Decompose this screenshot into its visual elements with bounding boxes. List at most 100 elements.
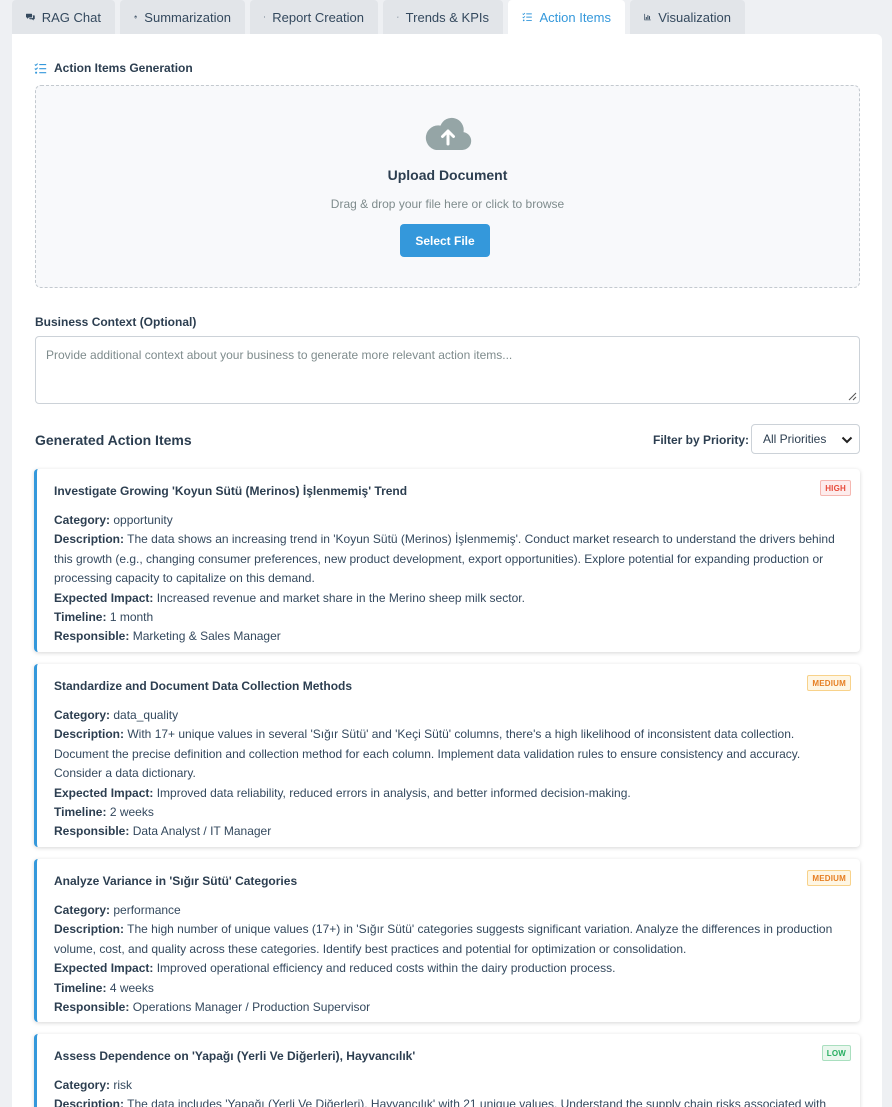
tasks-icon <box>522 12 532 22</box>
action-item-description: Description: The data includes 'Yapağı (… <box>54 1095 847 1107</box>
tab-label: RAG Chat <box>41 9 101 25</box>
description-label: Description: <box>54 922 125 937</box>
impact-value: Improved data reliability, reduced error… <box>156 785 631 800</box>
chevron-down-icon <box>841 436 853 444</box>
action-item-description: Description: The high number of unique v… <box>54 920 847 959</box>
timeline-value: 1 month <box>109 610 154 625</box>
priority-filter-value: All Priorities <box>763 432 827 446</box>
action-item-card[interactable]: HIGH Investigate Growing 'Koyun Sütü (Me… <box>34 469 860 652</box>
action-item-card[interactable]: MEDIUM Analyze Variance in 'Sığır Sütü' … <box>34 859 860 1022</box>
description-label: Description: <box>54 727 125 742</box>
action-item-responsible: Responsible: Marketing & Sales Manager <box>54 627 847 646</box>
description-value: The data shows an increasing trend in 'K… <box>54 532 835 586</box>
tab-visualization[interactable]: Visualization <box>630 0 745 34</box>
section-header: Action Items Generation <box>34 61 193 75</box>
priority-badge: MEDIUM <box>807 870 851 886</box>
tab-rag-chat[interactable]: RAG Chat <box>12 0 115 34</box>
section-title: Action Items Generation <box>54 61 193 75</box>
bar-chart-icon <box>644 13 651 21</box>
action-items-panel: Action Items Generation Upload Document … <box>12 34 882 1107</box>
category-value: performance <box>113 903 181 917</box>
tab-label: Visualization <box>658 9 731 25</box>
action-item-title: Standardize and Document Data Collection… <box>54 679 353 693</box>
impact-label: Expected Impact: <box>54 590 154 605</box>
action-item-timeline: Timeline: 2 weeks <box>54 803 847 822</box>
action-item-category: Category: data_quality <box>54 706 847 725</box>
category-value: risk <box>113 1078 133 1092</box>
upload-subtitle: Drag & drop your file here or click to b… <box>330 197 565 211</box>
business-context-textarea[interactable]: Provide additional context about your bu… <box>35 336 860 404</box>
priority-filter-select[interactable]: All Priorities <box>751 424 860 454</box>
category-label: Category: <box>54 1078 111 1092</box>
filter-priority-label: Filter by Priority: <box>653 433 750 447</box>
category-label: Category: <box>54 513 111 527</box>
timeline-value: 4 weeks <box>109 980 154 995</box>
responsible-value: Marketing & Sales Manager <box>132 629 281 644</box>
tab-label: Report Creation <box>272 9 364 25</box>
business-context-placeholder: Provide additional context about your bu… <box>46 348 513 362</box>
action-item-description: Description: With 17+ unique values in s… <box>54 725 847 783</box>
action-item-title: Analyze Variance in 'Sığır Sütü' Categor… <box>54 874 298 888</box>
description-value: With 17+ unique values in several 'Sığır… <box>54 727 801 781</box>
impact-label: Expected Impact: <box>54 961 154 976</box>
responsible-label: Responsible: <box>54 1000 130 1015</box>
action-item-responsible: Responsible: Data Analyst / IT Manager <box>54 822 847 841</box>
action-item-card[interactable]: MEDIUM Standardize and Document Data Col… <box>34 664 860 847</box>
action-item-responsible: Responsible: Operations Manager / Produc… <box>54 998 847 1017</box>
action-item-timeline: Timeline: 1 month <box>54 608 847 627</box>
action-item-timeline: Timeline: 4 weeks <box>54 979 847 998</box>
tab-label: Summarization <box>144 9 231 25</box>
comments-icon <box>26 13 35 21</box>
layer-group-icon <box>134 15 138 19</box>
timeline-label: Timeline: <box>54 805 107 820</box>
responsible-label: Responsible: <box>54 629 130 644</box>
tab-trends-kpis[interactable]: Trends & KPIs <box>383 0 503 34</box>
tab-action-items[interactable]: Action Items <box>508 0 625 34</box>
tab-label: Trends & KPIs <box>405 9 489 25</box>
description-label: Description: <box>54 1097 125 1107</box>
action-item-category: Category: risk <box>54 1076 847 1095</box>
tasks-icon <box>34 62 47 74</box>
business-context-label: Business Context (Optional) <box>35 315 197 329</box>
description-value: The data includes 'Yapağı (Yerli Ve Diğe… <box>127 1097 827 1107</box>
action-item-description: Description: The data shows an increasin… <box>54 530 847 588</box>
tab-report-creation[interactable]: Report Creation <box>250 0 378 34</box>
resize-grip-icon[interactable] <box>847 391 857 401</box>
tab-summarization[interactable]: Summarization <box>120 0 245 34</box>
impact-value: Improved operational efficiency and redu… <box>156 961 616 976</box>
generated-action-items-title: Generated Action Items <box>35 432 192 448</box>
description-label: Description: <box>54 532 125 547</box>
action-item-category: Category: performance <box>54 901 847 920</box>
category-label: Category: <box>54 903 111 917</box>
responsible-label: Responsible: <box>54 824 130 839</box>
impact-value: Increased revenue and market share in th… <box>156 590 525 605</box>
timeline-label: Timeline: <box>54 610 107 625</box>
action-item-title: Assess Dependence on 'Yapağı (Yerli Ve D… <box>54 1049 416 1063</box>
tab-bar: RAG Chat Summarization Report Creation T… <box>12 0 745 34</box>
priority-badge: MEDIUM <box>807 675 851 691</box>
file-alt-icon <box>264 16 265 18</box>
category-value: opportunity <box>113 513 173 527</box>
upload-title: Upload Document <box>387 167 508 183</box>
description-value: The high number of unique values (17+) i… <box>54 922 833 956</box>
category-value: data_quality <box>113 708 179 722</box>
timeline-label: Timeline: <box>54 980 107 995</box>
action-item-impact: Expected Impact: Improved operational ef… <box>54 959 847 978</box>
select-file-button[interactable]: Select File <box>400 224 490 257</box>
category-label: Category: <box>54 708 111 722</box>
action-item-category: Category: opportunity <box>54 511 847 530</box>
action-item-title: Investigate Growing 'Koyun Sütü (Merinos… <box>54 484 408 498</box>
upload-dropzone[interactable]: Upload Document Drag & drop your file he… <box>35 85 860 288</box>
responsible-value: Data Analyst / IT Manager <box>132 824 272 839</box>
cloud-upload-icon <box>425 117 472 151</box>
action-item-impact: Expected Impact: Increased revenue and m… <box>54 589 847 608</box>
action-item-impact: Expected Impact: Improved data reliabili… <box>54 784 847 803</box>
responsible-value: Operations Manager / Production Supervis… <box>132 1000 371 1015</box>
timeline-value: 2 weeks <box>109 805 154 820</box>
tab-label: Action Items <box>539 9 611 25</box>
priority-badge: HIGH <box>820 480 851 496</box>
action-item-card[interactable]: LOW Assess Dependence on 'Yapağı (Yerli … <box>34 1034 860 1107</box>
priority-badge: LOW <box>821 1045 851 1061</box>
line-chart-icon <box>397 16 399 18</box>
impact-label: Expected Impact: <box>54 785 154 800</box>
